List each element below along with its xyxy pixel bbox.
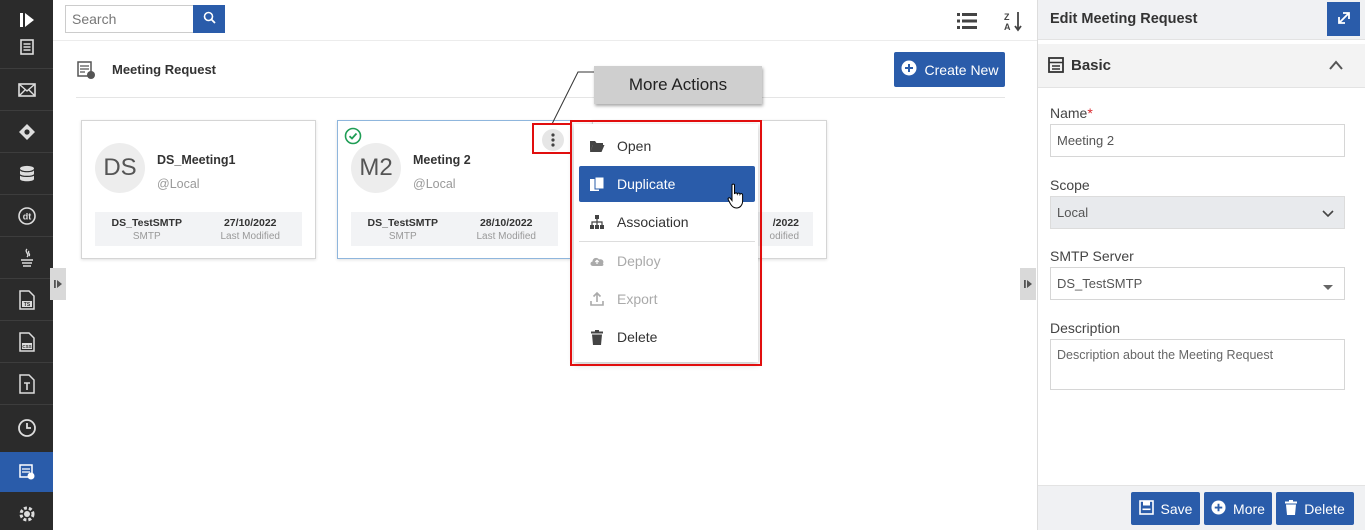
smtp-server-value: DS_TestSMTP bbox=[1057, 276, 1143, 291]
more-button[interactable]: More bbox=[1204, 492, 1272, 525]
smtp-server-select[interactable]: DS_TestSMTP bbox=[1050, 267, 1345, 300]
search-input[interactable] bbox=[65, 5, 193, 33]
meeting-request-header-icon bbox=[76, 60, 96, 80]
edit-panel: Edit Meeting Request Basic Name* Meeting… bbox=[1037, 0, 1365, 530]
rail-java-icon[interactable] bbox=[0, 238, 53, 278]
card-name: Meeting 2 bbox=[413, 153, 471, 167]
save-icon bbox=[1138, 499, 1154, 518]
section-title: Basic bbox=[1071, 57, 1112, 74]
card-date-value: 28/10/2022 bbox=[479, 216, 533, 229]
sort-alpha-icon[interactable]: ZA bbox=[1001, 9, 1027, 33]
card-server-label: SMTP bbox=[132, 230, 161, 242]
rail-dt-icon[interactable]: dt bbox=[0, 196, 53, 236]
smtp-server-label: SMTP Server bbox=[1050, 248, 1134, 264]
rail-diamond-icon[interactable] bbox=[0, 112, 53, 152]
create-new-label: Create New bbox=[924, 61, 999, 78]
left-rail: dt TS CSS bbox=[0, 0, 53, 530]
card-date-label: odified bbox=[769, 230, 799, 242]
svg-text:A: A bbox=[1004, 22, 1011, 32]
create-new-button[interactable]: Create New bbox=[894, 52, 1005, 87]
card-date-label: Last Modified bbox=[476, 230, 536, 242]
rail-ts-file-icon[interactable]: TS bbox=[0, 280, 53, 320]
card-date-value: /2022 bbox=[772, 216, 799, 229]
rail-database-icon[interactable] bbox=[0, 154, 53, 194]
rail-clock-icon[interactable] bbox=[0, 408, 53, 448]
search-bar bbox=[65, 5, 225, 33]
list-view-icon[interactable] bbox=[954, 9, 980, 33]
card-server-value: DS_TestSMTP bbox=[367, 216, 438, 229]
meeting-card[interactable]: DS DS_Meeting1 @Local DS_TestSMTP SMTP 2… bbox=[81, 120, 316, 259]
caret-down-icon bbox=[1322, 280, 1334, 295]
page-title: Meeting Request bbox=[112, 62, 217, 77]
card-name: DS_Meeting1 bbox=[157, 153, 236, 167]
description-label: Description bbox=[1050, 320, 1121, 336]
chevron-down-icon bbox=[1322, 207, 1334, 222]
check-circle-icon bbox=[344, 127, 362, 145]
panel-header: Edit Meeting Request bbox=[1038, 0, 1365, 40]
description-textarea[interactable]: Description about the Meeting Request bbox=[1050, 339, 1345, 390]
rail-document-list-icon[interactable] bbox=[0, 30, 53, 64]
save-button[interactable]: Save bbox=[1131, 492, 1200, 525]
rail-text-file-icon[interactable] bbox=[0, 364, 53, 404]
kebab-highlight-box bbox=[532, 123, 572, 154]
rail-settings-gear-icon[interactable] bbox=[0, 494, 53, 530]
delete-button[interactable]: Delete bbox=[1276, 492, 1354, 525]
delete-label: Delete bbox=[1304, 500, 1345, 517]
name-field[interactable]: Meeting 2 bbox=[1050, 124, 1345, 157]
rail-css-file-icon[interactable]: CSS bbox=[0, 322, 53, 362]
plus-circle-icon bbox=[901, 60, 917, 79]
svg-text:Z: Z bbox=[1004, 12, 1010, 22]
section-basic-header[interactable]: Basic bbox=[1038, 44, 1365, 88]
panel-footer: Save More Delete bbox=[1038, 485, 1365, 530]
trash-icon bbox=[1285, 499, 1298, 518]
required-marker: * bbox=[1087, 105, 1093, 121]
card-date-value: 27/10/2022 bbox=[223, 216, 277, 229]
search-button[interactable] bbox=[193, 5, 225, 33]
svg-text:dt: dt bbox=[22, 212, 31, 222]
panel-title: Edit Meeting Request bbox=[1050, 11, 1198, 27]
hand-pointer-icon bbox=[727, 183, 744, 209]
card-scope: @Local bbox=[157, 177, 200, 191]
scope-select[interactable]: Local bbox=[1050, 196, 1345, 229]
card-scope: @Local bbox=[413, 177, 456, 191]
name-label: Name* bbox=[1050, 105, 1093, 121]
app: dt TS CSS Search Z A Meeting Request Cre… bbox=[0, 0, 1365, 530]
left-collapse-toggle[interactable] bbox=[50, 268, 66, 300]
avatar: DS bbox=[95, 143, 145, 193]
svg-text:TS: TS bbox=[23, 302, 30, 308]
chevron-up-icon[interactable] bbox=[1328, 58, 1344, 72]
save-label: Save bbox=[1160, 500, 1193, 517]
scope-value: Local bbox=[1057, 205, 1089, 220]
search-icon bbox=[203, 11, 216, 27]
card-server-label: SMTP bbox=[388, 230, 417, 242]
right-collapse-toggle[interactable] bbox=[1020, 268, 1036, 300]
callout-leader-line bbox=[551, 71, 594, 125]
more-label: More bbox=[1233, 500, 1265, 517]
rail-meeting-request-icon[interactable] bbox=[0, 452, 53, 492]
card-footer: DS_TestSMTP SMTP 28/10/2022 Last Modifie… bbox=[351, 212, 558, 246]
form-section-icon bbox=[1048, 57, 1064, 73]
avatar: M2 bbox=[351, 143, 401, 193]
more-actions-callout: More Actions bbox=[594, 66, 762, 104]
svg-text:CSS: CSS bbox=[22, 344, 31, 349]
rail-envelope-icon[interactable] bbox=[0, 70, 53, 110]
toolbar-divider bbox=[53, 40, 1038, 41]
card-footer: DS_TestSMTP SMTP 27/10/2022 Last Modifie… bbox=[95, 212, 302, 246]
plus-circle-icon bbox=[1211, 499, 1226, 518]
scope-label: Scope bbox=[1050, 177, 1090, 193]
expand-arrow-icon bbox=[1336, 10, 1352, 29]
card-server-value: DS_TestSMTP bbox=[111, 216, 182, 229]
expand-button[interactable] bbox=[1327, 2, 1360, 36]
menu-highlight-box bbox=[570, 120, 762, 366]
card-date-label: Last Modified bbox=[220, 230, 280, 242]
